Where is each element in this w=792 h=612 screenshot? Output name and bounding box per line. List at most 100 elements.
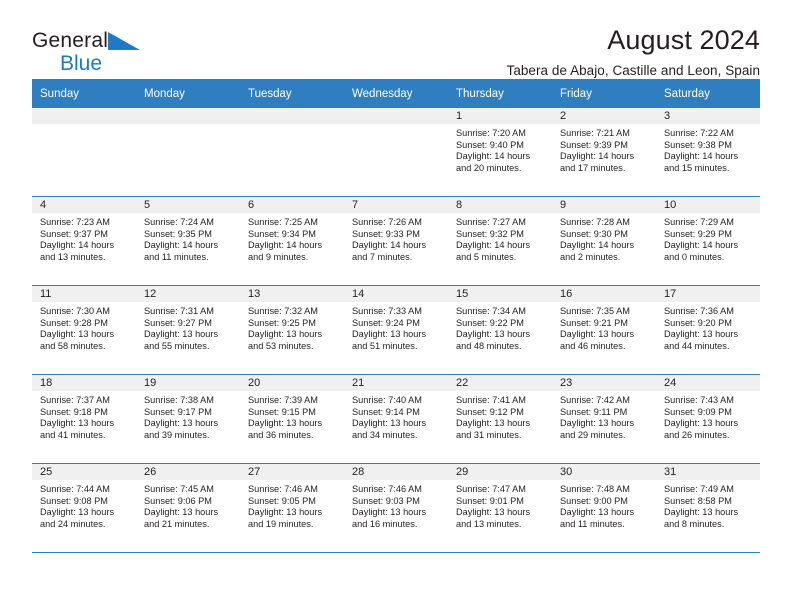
day-detail-line: Daylight: 13 hours [456,329,531,340]
day-number: 8 [448,197,552,213]
weekday-header-monday: Monday [136,79,240,108]
day-number [240,108,344,124]
day-detail-line: Sunrise: 7:35 AM [560,306,630,316]
calendar-day-cell[interactable]: 25 Sunrise: 7:44 AM Sunset: 9:08 PM Dayligh… [32,463,136,553]
day-detail-line: Daylight: 13 hours [40,329,115,340]
day-detail-line: Sunrise: 7:36 AM [664,306,734,316]
day-detail-line: Sunset: 9:28 PM [40,317,108,328]
day-detail-line: and 21 minutes. [144,518,210,529]
day-number [32,108,136,124]
day-detail-line: Daylight: 14 hours [456,151,531,162]
day-detail-line: and 20 minutes. [456,162,522,173]
day-detail-line: and 8 minutes. [664,518,725,529]
calendar-day-cell-empty [32,108,136,197]
calendar-day-cell[interactable]: 28 Sunrise: 7:46 AM Sunset: 9:03 PM Dayligh… [344,463,448,553]
day-number: 13 [240,286,344,302]
calendar-day-cell[interactable]: 11 Sunrise: 7:30 AM Sunset: 9:28 PM Dayligh… [32,285,136,375]
day-detail-line: and 17 minutes. [560,162,626,173]
calendar-day-cell[interactable]: 21 Sunrise: 7:40 AM Sunset: 9:14 PM Dayligh… [344,374,448,464]
day-number: 6 [240,197,344,213]
day-details [240,124,344,128]
day-detail-line: Daylight: 14 hours [664,151,739,162]
calendar-day-cell[interactable]: 17 Sunrise: 7:36 AM Sunset: 9:20 PM Dayligh… [656,285,760,375]
calendar-day-cell[interactable]: 9 Sunrise: 7:28 AM Sunset: 9:30 PM Daylight… [552,196,656,286]
calendar-day-cell[interactable]: 1 Sunrise: 7:20 AM Sunset: 9:40 PM Daylight… [448,108,552,197]
calendar-day-cell[interactable]: 8 Sunrise: 7:27 AM Sunset: 9:32 PM Daylight… [448,196,552,286]
weekday-header-friday: Friday [552,79,656,108]
page-subtitle: Tabera de Abajo, Castille and Leon, Spai… [506,63,760,79]
day-details: Sunrise: 7:40 AM Sunset: 9:14 PM Daylight:… [344,391,448,441]
day-detail-line: and 39 minutes. [144,429,210,440]
calendar-day-cell[interactable]: 13 Sunrise: 7:32 AM Sunset: 9:25 PM Dayligh… [240,285,344,375]
calendar-day-cell[interactable]: 27 Sunrise: 7:46 AM Sunset: 9:05 PM Dayligh… [240,463,344,553]
day-detail-line: Daylight: 13 hours [40,418,115,429]
day-details: Sunrise: 7:46 AM Sunset: 9:03 PM Daylight:… [344,480,448,530]
day-detail-line: Sunset: 9:17 PM [144,406,212,417]
day-detail-line: Sunset: 9:25 PM [248,317,316,328]
day-detail-line: Sunrise: 7:28 AM [560,217,630,227]
day-detail-line: Sunset: 9:08 PM [40,495,108,506]
day-detail-line: Sunrise: 7:27 AM [456,217,526,227]
calendar-day-cell[interactable]: 23 Sunrise: 7:42 AM Sunset: 9:11 PM Dayligh… [552,374,656,464]
day-detail-line: Daylight: 13 hours [144,329,219,340]
day-detail-line: Daylight: 13 hours [560,329,635,340]
day-detail-line: Sunrise: 7:44 AM [40,484,110,494]
calendar-day-cell[interactable]: 24 Sunrise: 7:43 AM Sunset: 9:09 PM Dayligh… [656,374,760,464]
calendar-day-cell[interactable]: 31 Sunrise: 7:49 AM Sunset: 8:58 PM Dayligh… [656,463,760,553]
calendar-day-cell[interactable]: 12 Sunrise: 7:31 AM Sunset: 9:27 PM Dayligh… [136,285,240,375]
day-detail-line: Sunrise: 7:37 AM [40,395,110,405]
day-number: 14 [344,286,448,302]
day-detail-line: Daylight: 13 hours [560,418,635,429]
day-detail-line: Sunset: 9:06 PM [144,495,212,506]
calendar-day-cell[interactable]: 5 Sunrise: 7:24 AM Sunset: 9:35 PM Daylight… [136,196,240,286]
calendar-day-cell[interactable]: 20 Sunrise: 7:39 AM Sunset: 9:15 PM Dayligh… [240,374,344,464]
day-detail-line: Sunrise: 7:43 AM [664,395,734,405]
day-number: 16 [552,286,656,302]
day-detail-line: Daylight: 14 hours [352,240,427,251]
calendar-day-cell[interactable]: 4 Sunrise: 7:23 AM Sunset: 9:37 PM Daylight… [32,196,136,286]
day-detail-line: and 41 minutes. [40,429,106,440]
calendar-day-cell[interactable]: 26 Sunrise: 7:45 AM Sunset: 9:06 PM Dayligh… [136,463,240,553]
day-detail-line: Daylight: 14 hours [40,240,115,251]
calendar-day-cell[interactable]: 18 Sunrise: 7:37 AM Sunset: 9:18 PM Dayligh… [32,374,136,464]
day-detail-line: Sunrise: 7:48 AM [560,484,630,494]
day-detail-line: Sunset: 9:33 PM [352,228,420,239]
day-detail-line: Daylight: 13 hours [144,507,219,518]
calendar-day-cell[interactable]: 3 Sunrise: 7:22 AM Sunset: 9:38 PM Daylight… [656,108,760,197]
day-number: 29 [448,464,552,480]
day-details: Sunrise: 7:28 AM Sunset: 9:30 PM Daylight:… [552,213,656,263]
calendar-day-cell[interactable]: 19 Sunrise: 7:38 AM Sunset: 9:17 PM Dayligh… [136,374,240,464]
calendar-day-cell[interactable]: 22 Sunrise: 7:41 AM Sunset: 9:12 PM Dayligh… [448,374,552,464]
day-detail-line: Sunrise: 7:42 AM [560,395,630,405]
calendar-day-cell[interactable]: 10 Sunrise: 7:29 AM Sunset: 9:29 PM Dayligh… [656,196,760,286]
calendar-day-cell[interactable]: 16 Sunrise: 7:35 AM Sunset: 9:21 PM Dayligh… [552,285,656,375]
day-detail-line: and 46 minutes. [560,340,626,351]
day-detail-line: and 48 minutes. [456,340,522,351]
calendar-day-cell-empty [240,108,344,197]
day-detail-line: Daylight: 14 hours [144,240,219,251]
day-details: Sunrise: 7:37 AM Sunset: 9:18 PM Daylight:… [32,391,136,441]
day-details: Sunrise: 7:48 AM Sunset: 9:00 PM Daylight:… [552,480,656,530]
day-number: 21 [344,375,448,391]
calendar-day-cell[interactable]: 7 Sunrise: 7:26 AM Sunset: 9:33 PM Daylight… [344,196,448,286]
calendar-day-cell[interactable]: 29 Sunrise: 7:47 AM Sunset: 9:01 PM Dayligh… [448,463,552,553]
day-number: 23 [552,375,656,391]
day-detail-line: and 0 minutes. [664,251,725,262]
calendar-day-cell-empty [344,108,448,197]
day-detail-line: Sunset: 9:11 PM [560,406,628,417]
day-detail-line: Sunrise: 7:26 AM [352,217,422,227]
day-detail-line: Sunrise: 7:47 AM [456,484,526,494]
calendar-day-cell[interactable]: 6 Sunrise: 7:25 AM Sunset: 9:34 PM Daylight… [240,196,344,286]
brand-logo: General Blue [32,26,222,74]
weekday-header-tuesday: Tuesday [240,79,344,108]
calendar-day-cell[interactable]: 30 Sunrise: 7:48 AM Sunset: 9:00 PM Dayligh… [552,463,656,553]
title-block: August 2024 Tabera de Abajo, Castille an… [222,26,760,79]
day-detail-line: Sunrise: 7:41 AM [456,395,526,405]
day-detail-line: and 31 minutes. [456,429,522,440]
day-detail-line: Daylight: 14 hours [664,240,739,251]
day-number: 30 [552,464,656,480]
day-detail-line: and 9 minutes. [248,251,309,262]
calendar-day-cell[interactable]: 15 Sunrise: 7:34 AM Sunset: 9:22 PM Dayligh… [448,285,552,375]
calendar-day-cell[interactable]: 14 Sunrise: 7:33 AM Sunset: 9:24 PM Dayligh… [344,285,448,375]
calendar-day-cell[interactable]: 2 Sunrise: 7:21 AM Sunset: 9:39 PM Daylight… [552,108,656,197]
